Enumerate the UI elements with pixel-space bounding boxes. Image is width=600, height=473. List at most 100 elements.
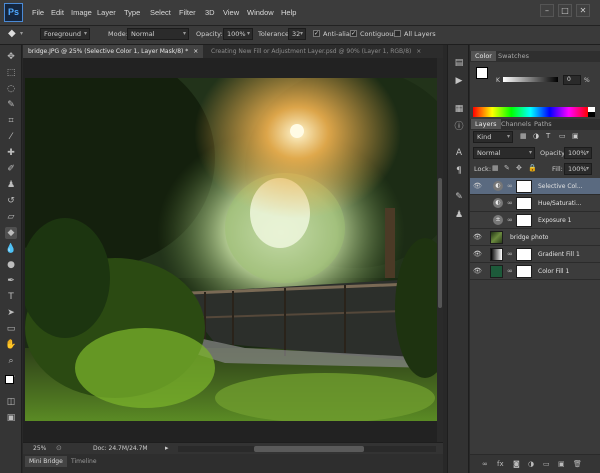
layer-mask-thumbnail[interactable] [516,214,532,227]
minimize-button[interactable]: – [540,4,554,17]
layer-mask-thumbnail[interactable] [516,197,532,210]
paint-bucket-icon[interactable]: ◆ [8,28,16,39]
character-icon[interactable]: A [453,147,465,159]
hand-tool-icon[interactable]: ✋ [5,339,17,351]
blend-mode-select[interactable]: Normal [473,147,535,159]
k-slider[interactable] [503,77,558,82]
layer-mask-thumbnail[interactable] [516,265,532,278]
history-icon[interactable]: ▤ [453,57,465,69]
filter-pixel-icon[interactable]: ▦ [520,132,527,140]
menu-image[interactable]: Image [71,8,92,17]
crop-tool-icon[interactable]: ⌗ [5,115,17,127]
path-select-tool-icon[interactable]: ➤ [5,307,17,319]
menu-file[interactable]: File [32,8,44,17]
foreground-color-swatch[interactable] [5,375,14,384]
close-window-button[interactable]: ✕ [576,4,590,17]
quick-mask-icon[interactable]: ◫ [5,396,17,408]
visibility-eye-icon[interactable]: 👁 [473,182,482,191]
tab-paths[interactable]: Paths [530,119,556,129]
layer-mask-thumbnail[interactable] [516,248,532,261]
fill-source-select[interactable]: Foreground [40,28,90,40]
lock-all-icon[interactable]: 🔒 [528,164,537,172]
menu-3d[interactable]: 3D [205,8,215,17]
tab-timeline[interactable]: Timeline [67,456,101,467]
foreground-color-chip[interactable] [476,67,488,79]
new-group-folder-icon[interactable]: ▭ [543,460,550,468]
menu-layer[interactable]: Layer [97,8,116,17]
tab-close-icon[interactable]: × [416,48,421,55]
tab-mini-bridge[interactable]: Mini Bridge [25,456,67,467]
ramp-black[interactable] [588,112,595,117]
paragraph-icon[interactable]: ¶ [453,165,465,177]
filter-adjustment-icon[interactable]: ◑ [533,132,539,140]
filter-kind-select[interactable]: Kind [473,131,513,143]
filter-type-icon[interactable]: T [546,132,550,140]
scroll-thumb[interactable] [438,178,442,308]
clone-stamp-tool-icon[interactable]: ♟ [5,179,17,191]
fill-input[interactable]: 100% [564,163,592,175]
chevron-down-icon[interactable]: ▾ [20,30,23,37]
fx-icon[interactable]: fx [497,460,504,468]
filter-smart-object-icon[interactable]: ▣ [572,132,579,140]
blur-tool-icon[interactable]: 💧 [5,243,17,255]
bridge-photo-canvas[interactable] [25,78,438,421]
info-icon[interactable]: ⓘ [453,121,465,133]
new-adjustment-icon[interactable]: ◑ [528,460,534,468]
visibility-eye-icon[interactable]: 👁 [473,250,482,259]
tolerance-input[interactable]: 32 [288,28,306,40]
menu-help[interactable]: Help [281,8,296,17]
dodge-tool-icon[interactable]: ● [5,259,17,271]
visibility-off-box[interactable] [473,216,482,225]
quick-select-tool-icon[interactable]: ✎ [5,99,17,111]
new-layer-icon[interactable]: ▣ [558,460,565,468]
tab-fill-adjustment-document[interactable]: Creating New Fill or Adjustment Layer.ps… [206,45,442,58]
all-layers-checkbox[interactable] [394,30,401,37]
horizontal-scrollbar[interactable] [178,446,436,452]
layer-mask-thumbnail[interactable] [516,180,532,193]
k-value-input[interactable]: 0 [563,75,581,85]
visibility-eye-icon[interactable]: 👁 [473,267,482,276]
move-tool-icon[interactable]: ✥ [5,51,17,63]
zoom-level[interactable]: 25% [33,445,46,452]
healing-brush-tool-icon[interactable]: ✚ [5,147,17,159]
eyedropper-tool-icon[interactable]: ⁄ [5,131,17,143]
contiguous-checkbox[interactable]: ✓ [350,30,357,37]
zoom-tool-icon[interactable]: ⌕ [5,355,17,367]
vertical-scrollbar[interactable] [437,58,443,442]
lock-image-icon[interactable]: ✎ [504,164,510,172]
mode-select[interactable]: Normal [127,28,189,40]
menu-type[interactable]: Type [124,8,140,17]
tab-swatches[interactable]: Swatches [494,51,533,61]
menu-select[interactable]: Select [150,8,171,17]
layer-row[interactable]: 👁 bridge photo [470,229,600,246]
eraser-tool-icon[interactable]: ▱ [5,211,17,223]
maximize-button[interactable]: □ [558,4,572,17]
lasso-tool-icon[interactable]: ◌ [5,83,17,95]
opacity-input[interactable]: 100% [223,28,253,40]
pen-tool-icon[interactable]: ✒ [5,275,17,287]
menu-view[interactable]: View [223,8,239,17]
status-menu-arrow-icon[interactable]: ▸ [165,444,169,452]
tab-bridge-document[interactable]: bridge.JPG @ 25% (Selective Color 1, Lay… [23,45,203,58]
clone-source-icon[interactable]: ♟ [453,209,465,221]
shape-tool-icon[interactable]: ▭ [5,323,17,335]
filter-shape-icon[interactable]: ▭ [559,132,566,140]
type-tool-icon[interactable]: T [5,291,17,303]
color-fill-thumbnail[interactable] [490,265,503,278]
paint-bucket-tool-icon[interactable]: ◆ [5,227,17,239]
layer-row[interactable]: 👁 ∞ Color Fill 1 [470,263,600,280]
menu-window[interactable]: Window [247,8,274,17]
brush-presets-icon[interactable]: ✎ [453,191,465,203]
layer-row[interactable]: ◐ ∞ Hue/Saturati... [470,195,600,212]
brush-tool-icon[interactable]: ✐ [5,163,17,175]
menu-filter[interactable]: Filter [179,8,196,17]
layer-row[interactable]: 👁 ∞ Gradient Fill 1 [470,246,600,263]
marquee-tool-icon[interactable]: ⬚ [5,67,17,79]
link-layers-icon[interactable]: ∞ [482,460,488,468]
screen-mode-icon[interactable]: ▣ [5,412,17,424]
actions-icon[interactable]: ▶ [453,75,465,87]
lock-position-icon[interactable]: ✥ [516,164,522,172]
gradient-fill-thumbnail[interactable] [490,248,503,261]
layer-row[interactable]: 👁 ◐ ∞ Selective Col... [470,178,600,195]
tab-close-icon[interactable]: × [193,48,198,55]
